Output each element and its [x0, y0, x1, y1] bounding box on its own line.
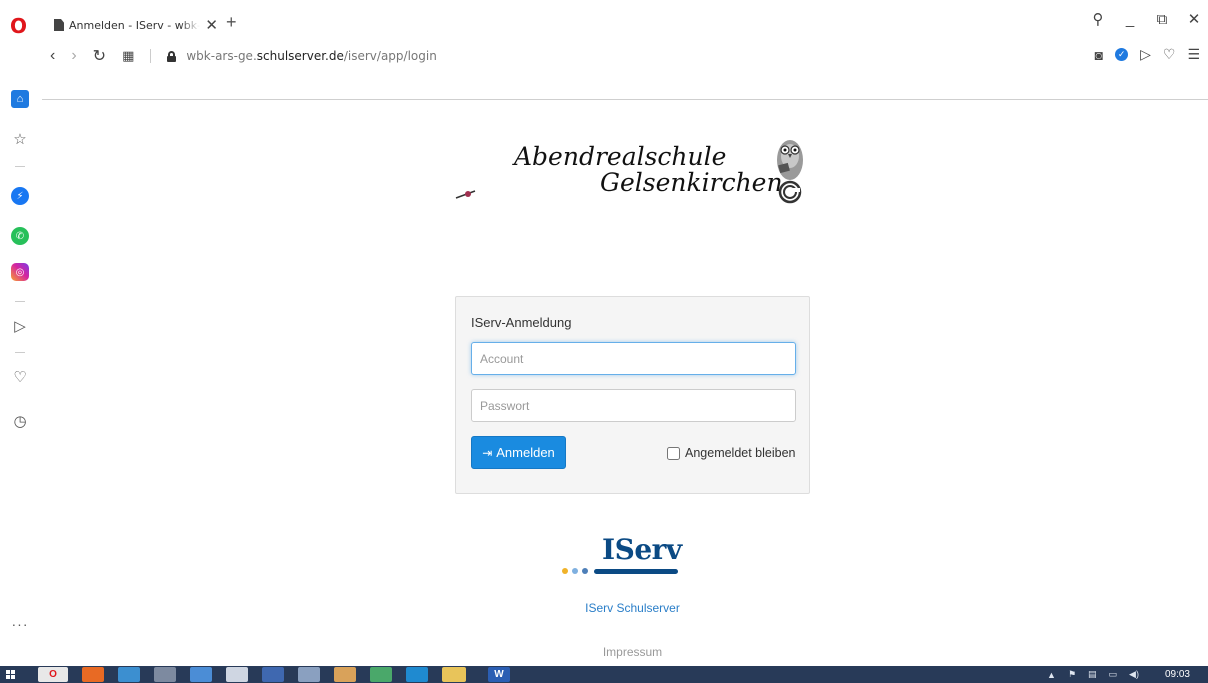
word-taskbar-icon[interactable]: W [488, 667, 510, 682]
logo-dot [582, 568, 588, 574]
iserv-logo: IServ [558, 533, 682, 578]
school-logo: Abendrealschule Gelsenkirchen [452, 132, 812, 212]
remember-me-option[interactable]: Angemeldet bleiben [667, 446, 796, 460]
volume-icon[interactable]: ◀) [1129, 669, 1139, 680]
vpn-badge-icon[interactable]: ✓ [1115, 48, 1129, 61]
restore-icon[interactable]: ⧉ [1154, 11, 1170, 28]
clock-icon[interactable]: ◷ [11, 412, 29, 430]
sign-in-icon: ⇥ [482, 445, 493, 460]
lock-icon [167, 50, 177, 62]
firefox-taskbar-icon[interactable] [82, 667, 104, 682]
speed-dial-icon[interactable]: ▦ [122, 48, 134, 64]
impressum-link[interactable]: Impressum [0, 645, 1208, 659]
iserv-schulserver-link[interactable]: IServ Schulserver [0, 601, 1208, 615]
network-icon[interactable]: ▤ [1088, 669, 1097, 680]
reload-icon[interactable]: ↻ [93, 46, 106, 66]
whatsapp-icon[interactable]: ✆ [11, 227, 29, 245]
remember-me-checkbox[interactable] [667, 446, 680, 460]
page-icon [54, 19, 64, 31]
logo-underline [594, 569, 678, 574]
app-taskbar-icon[interactable] [298, 667, 320, 682]
remember-me-label: Angemeldet bleiben [685, 446, 796, 460]
settings-taskbar-icon[interactable] [154, 667, 176, 682]
tray-chevron-icon[interactable]: ▲ [1047, 670, 1056, 680]
school-name-line2: Gelsenkirchen [600, 168, 783, 197]
snapshot-icon[interactable]: ◙ [1095, 47, 1103, 63]
login-heading: IServ-Anmeldung [471, 315, 572, 330]
minimize-icon[interactable]: _ [1122, 11, 1138, 28]
url-text: wbk-ars-ge.schulserver.de/iserv/app/logi… [186, 49, 437, 63]
opera-taskbar-icon[interactable]: O [38, 667, 68, 682]
taskbar-clock[interactable]: 09:03 [1165, 669, 1190, 680]
school-name-line1: Abendrealschule [514, 142, 727, 171]
login-button[interactable]: ⇥ Anmelden [471, 436, 566, 469]
new-tab-icon[interactable]: + [226, 12, 237, 33]
navigation-bar: ‹ › ↻ ▦ wbk-ars-ge.schulserver.de/iserv/… [50, 44, 437, 68]
heart-icon[interactable]: ♡ [1163, 46, 1176, 63]
logo-dot [562, 568, 568, 574]
windows-taskbar: O W ▲ ⚑ ▤ ▭ ◀) 09:03 [0, 666, 1208, 683]
more-icon[interactable]: ··· [11, 615, 29, 633]
app-taskbar-icon[interactable] [334, 667, 356, 682]
heart-icon[interactable]: ♡ [11, 368, 29, 386]
system-tray: ▲ ⚑ ▤ ▭ ◀) 09:03 [1047, 666, 1190, 683]
logo-dot [572, 568, 578, 574]
app-taskbar-icon[interactable] [190, 667, 212, 682]
flow-icon[interactable]: ▷ [1140, 46, 1151, 63]
app-taskbar-icon[interactable] [226, 667, 248, 682]
windows-start-icon[interactable] [0, 666, 20, 683]
owl-emblem-icon [777, 140, 803, 204]
app-taskbar-icon[interactable] [262, 667, 284, 682]
opera-sidebar: ⌂ ☆ ⚡ ✆ ◎ ▷ ♡ ◷ ··· [0, 85, 40, 665]
browser-taskbar-icon[interactable] [118, 667, 140, 682]
chrome-divider [42, 99, 1208, 100]
edge-taskbar-icon[interactable] [406, 667, 428, 682]
back-icon[interactable]: ‹ [50, 47, 55, 65]
close-window-icon[interactable]: ✕ [1186, 10, 1202, 28]
flow-icon[interactable]: ▷ [11, 317, 29, 335]
toolbar-separator [150, 49, 152, 63]
display-icon[interactable]: ▭ [1109, 669, 1118, 680]
forward-icon[interactable]: › [71, 47, 76, 65]
close-tab-icon[interactable]: ✕ [205, 16, 218, 34]
account-input[interactable] [471, 342, 796, 375]
easy-setup-icon[interactable]: ☰ [1187, 46, 1200, 63]
sidebar-separator [15, 352, 25, 353]
login-button-label: Anmelden [496, 445, 555, 460]
sidebar-separator [15, 301, 25, 302]
home-icon[interactable]: ⌂ [11, 90, 29, 108]
tab-search-icon[interactable]: ⚲ [1090, 10, 1106, 28]
browser-tab[interactable]: Anmelden - IServ - wbk-ars-ge.schulserve… [50, 12, 218, 38]
browser-chrome: O Anmelden - IServ - wbk-ars-ge.schulser… [0, 0, 1208, 100]
iserv-wordmark: IServ [602, 533, 682, 566]
password-input[interactable] [471, 389, 796, 422]
instagram-icon[interactable]: ◎ [11, 263, 29, 281]
app-taskbar-icon[interactable] [370, 667, 392, 682]
toolbar-right: ◙ ✓ ▷ ♡ ☰ [1095, 46, 1200, 63]
bookmark-icon[interactable]: ☆ [11, 130, 29, 148]
sidebar-separator [15, 166, 25, 167]
pen-icon [455, 190, 476, 199]
opera-menu-icon[interactable]: O [10, 14, 27, 38]
flag-icon[interactable]: ⚑ [1068, 669, 1076, 680]
address-bar[interactable]: wbk-ars-ge.schulserver.de/iserv/app/logi… [167, 49, 437, 63]
login-panel: IServ-Anmeldung ⇥ Anmelden Angemeldet bl… [455, 296, 810, 494]
messenger-icon[interactable]: ⚡ [11, 187, 29, 205]
file-explorer-taskbar-icon[interactable] [442, 667, 466, 682]
tab-title: Anmelden - IServ - wbk-ars-ge.schulserve… [69, 18, 200, 32]
window-controls: ⚲ _ ⧉ ✕ [1090, 10, 1202, 29]
